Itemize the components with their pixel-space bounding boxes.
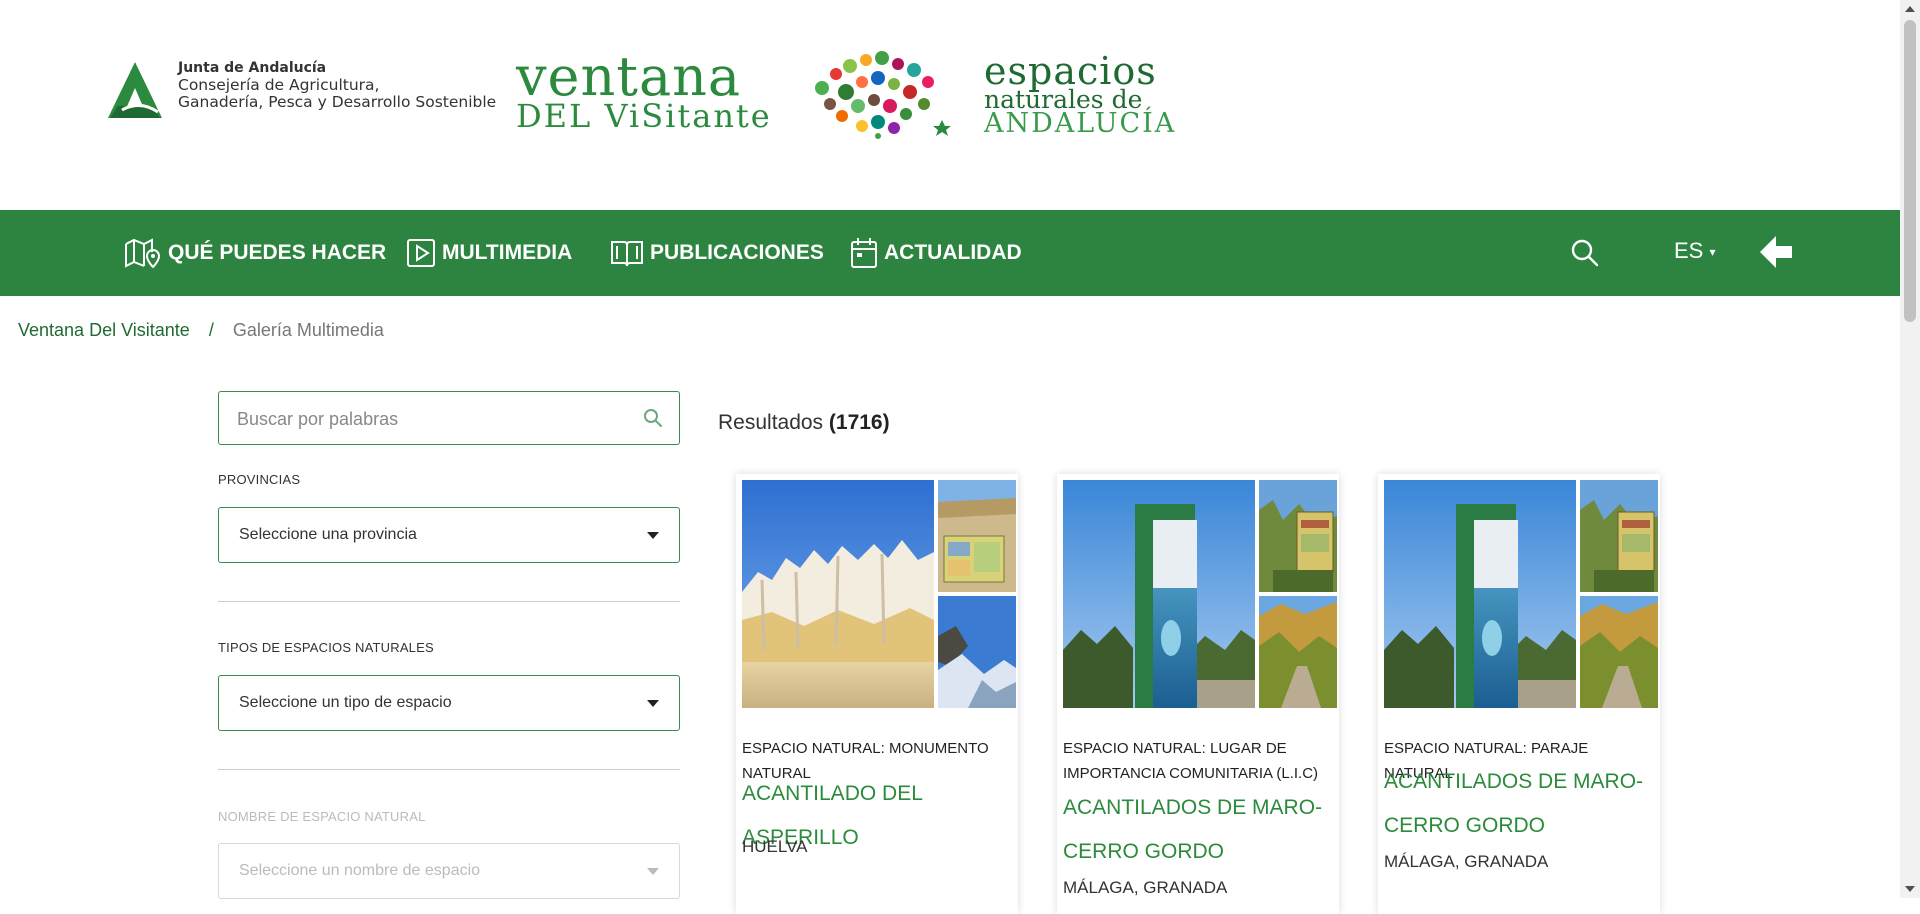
junta-text: Junta de Andalucía Consejería de Agricul… [178,60,496,111]
trail-photo[interactable] [1259,596,1337,708]
card-title-link[interactable]: ACANTILADOS DE MARO-CERRO GORDO [1384,760,1654,848]
breadcrumb-separator: / [208,320,214,340]
chevron-down-icon [647,868,659,875]
scroll-up-icon[interactable] [1905,6,1915,12]
trail-photo[interactable] [1580,596,1658,708]
language-label: ES [1674,238,1704,263]
card-image-collage [1063,480,1337,708]
nav-actualidad[interactable]: ACTUALIDAD [850,210,1022,296]
nav-publicaciones-label: PUBLICACIONES [650,241,824,264]
ventana-logo-line1: ventana [516,45,742,108]
information-panel-photo[interactable] [1063,480,1255,708]
keyword-search-input[interactable] [235,392,639,446]
nombre-espacio-select-value: Seleccione un nombre de espacio [239,862,481,879]
search-icon[interactable] [1570,238,1600,268]
information-panel-photo[interactable] [1384,480,1576,708]
card-title-link[interactable]: ACANTILADOS DE MARO-CERRO GORDO [1063,786,1333,874]
nav-multimedia-label: MULTIMEDIA [442,241,573,264]
breadcrumb-home-link[interactable]: Ventana Del Visitante [18,320,190,340]
card-image-collage [1384,480,1658,708]
provincias-label: PROVINCIAS [218,472,301,487]
result-card[interactable]: ESPACIO NATURAL: PARAJE NATURAL ACANTILA… [1378,474,1660,914]
results-heading: Resultados (1716) [718,411,890,435]
result-card[interactable]: ESPACIO NATURAL: MONUMENTO NATURAL ACANT… [736,474,1018,914]
scrollbar-thumb[interactable] [1904,20,1916,322]
nav-que-puedes-hacer-label: QUÉ PUEDES HACER [168,241,387,264]
tipo-espacio-select-value: Seleccione un tipo de espacio [239,694,452,711]
vegetation-sign-photo[interactable] [1259,480,1337,592]
map-pin-icon [125,238,161,268]
site-header: Junta de Andalucía Consejería de Agricul… [0,0,1900,210]
tipo-espacio-select[interactable]: Seleccione un tipo de espacio [218,675,680,731]
nav-que-puedes-hacer[interactable]: QUÉ PUEDES HACER [124,210,386,296]
play-icon [407,239,435,267]
card-provinces: MÁLAGA, GRANADA [1063,878,1228,897]
card-provinces: HUELVA [742,837,808,856]
card-image-collage [742,480,1016,708]
nombre-espacio-label: NOMBRE DE ESPACIO NATURAL [218,809,426,824]
junta-title: Junta de Andalucía [178,60,327,76]
page-scrollbar[interactable] [1900,0,1920,898]
calendar-icon [851,238,877,268]
arrow-left-icon[interactable] [1756,232,1796,272]
main-navbar: QUÉ PUEDES HACER MULTIMEDIA PUBLICACIONE… [0,210,1900,296]
nav-actualidad-label: ACTUALIDAD [884,241,1022,264]
cliff-photo[interactable] [742,480,934,708]
nombre-espacio-select: Seleccione un nombre de espacio [218,843,680,899]
card-provinces: MÁLAGA, GRANADA [1384,852,1549,871]
junta-andalucia-logo[interactable]: Junta de Andalucía Consejería de Agricul… [104,60,496,120]
provincia-select-value: Seleccione una provincia [239,526,417,543]
scroll-down-icon[interactable] [1905,886,1915,892]
junta-dept-line1: Consejería de Agricultura, [178,76,380,94]
breadcrumb: Ventana Del Visitante / Galería Multimed… [18,320,384,341]
results-count: (1716) [828,411,890,434]
tipos-espacios-label: TIPOS DE ESPACIOS NATURALES [218,640,434,655]
result-card[interactable]: ESPACIO NATURAL: LUGAR DE IMPORTANCIA CO… [1057,474,1339,914]
junta-dept-line2: Ganadería, Pesca y Desarrollo Sostenible [178,93,497,111]
beach-sign-photo[interactable] [938,480,1016,592]
search-icon[interactable] [643,408,663,428]
filter-divider [218,769,680,770]
caret-down-icon: ▾ [1709,245,1716,260]
mountain-photo[interactable] [938,596,1016,708]
espacios-naturales-logo[interactable]: espacios naturales de ANDALUCÍA [984,52,1176,137]
ventana-logo-line2: DEL ViSitante [516,97,772,135]
provincia-select[interactable]: Seleccione una provincia [218,507,680,563]
nature-mosaic-logo-icon [815,51,951,139]
espacios-logo-line3: ANDALUCÍA [984,108,1177,139]
nav-multimedia[interactable]: MULTIMEDIA [406,210,572,296]
language-selector[interactable]: ES ▾ [1674,238,1716,264]
junta-a-logo-icon [108,62,162,118]
filter-divider [218,601,680,602]
keyword-search-field[interactable] [218,391,680,446]
chevron-down-icon [647,700,659,707]
vegetation-sign-photo[interactable] [1580,480,1658,592]
chevron-down-icon [647,532,659,539]
card-type: ESPACIO NATURAL: LUGAR DE IMPORTANCIA CO… [1063,740,1319,782]
breadcrumb-current: Galería Multimedia [232,320,384,340]
nav-publicaciones[interactable]: PUBLICACIONES [610,210,824,296]
results-label: Resultados [718,411,824,434]
ventana-del-visitante-logo[interactable]: ventana DEL ViSitante [516,45,772,135]
book-icon [611,241,643,267]
